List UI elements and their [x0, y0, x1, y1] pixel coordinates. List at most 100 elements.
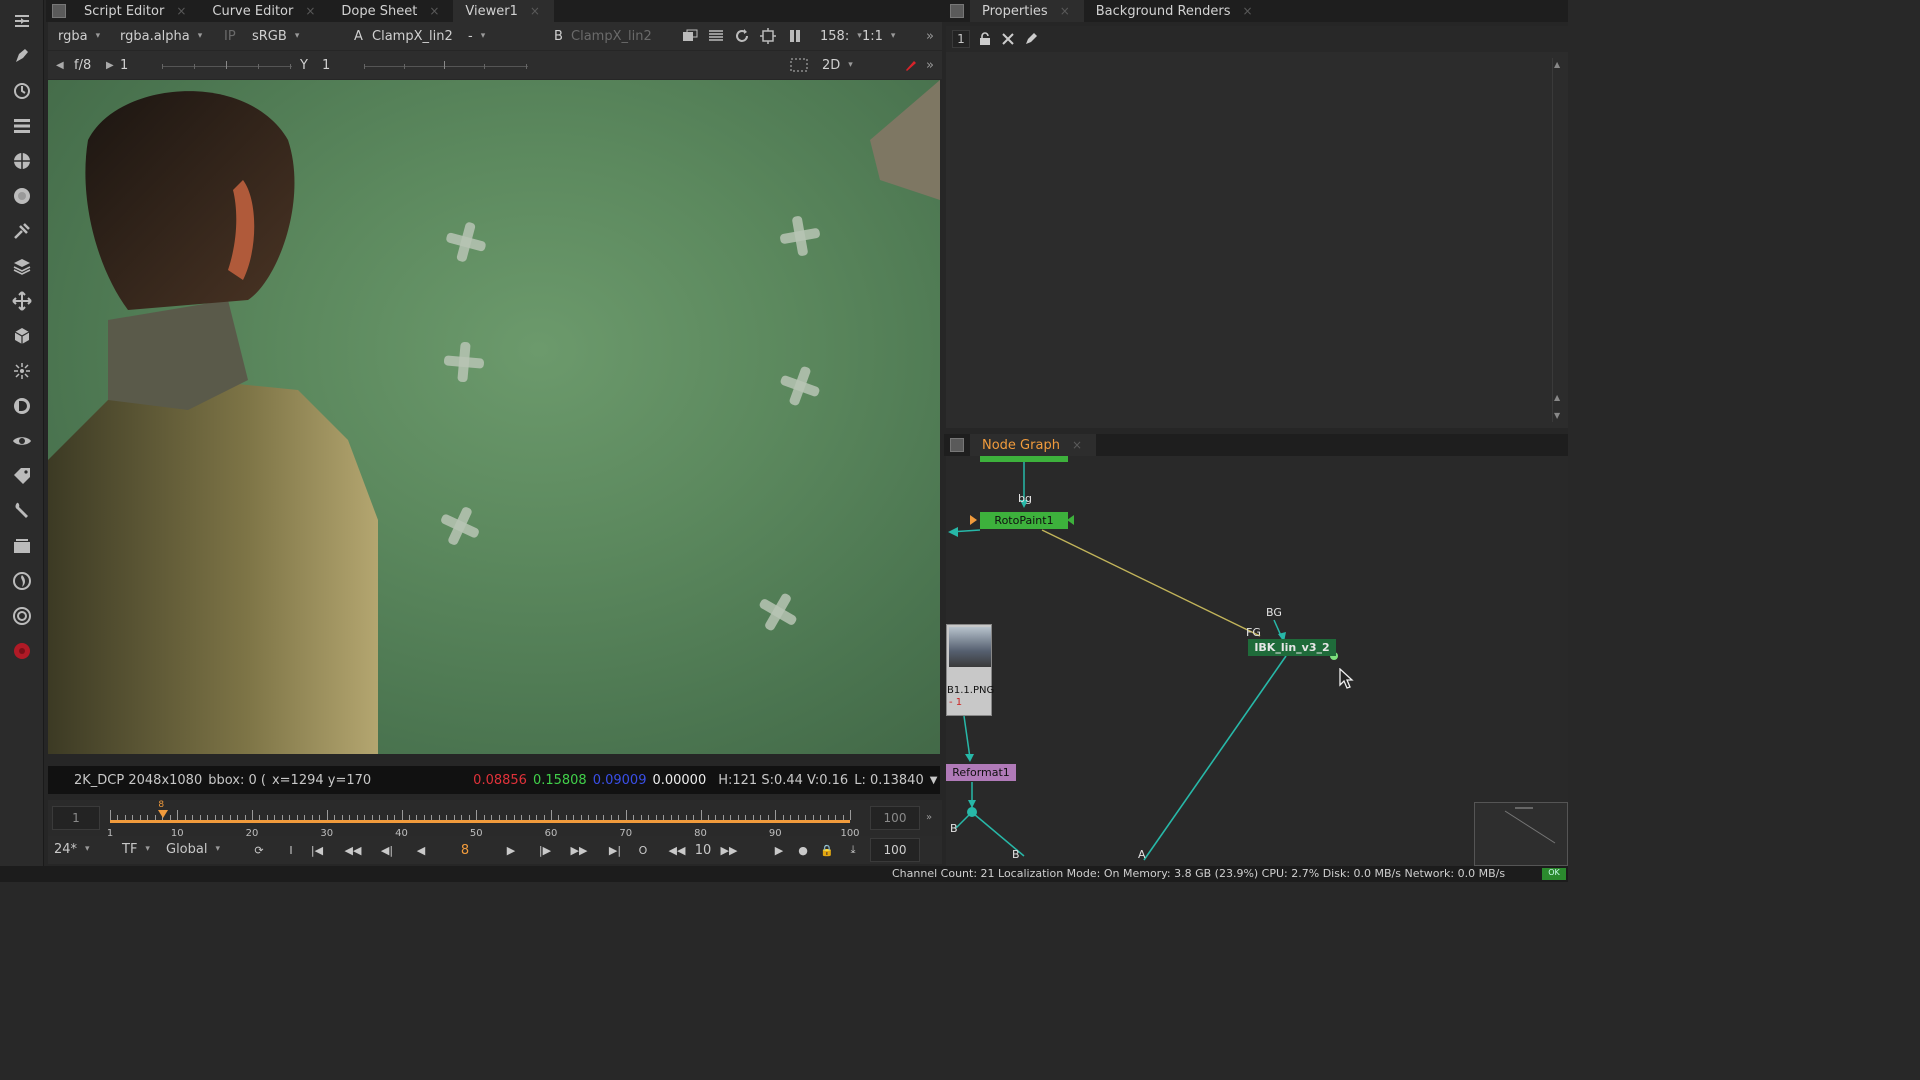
lock-panels-icon[interactable] — [978, 31, 992, 50]
close-icon[interactable]: × — [1072, 438, 1082, 452]
ocula-icon[interactable] — [9, 603, 35, 629]
3d-icon[interactable] — [9, 323, 35, 349]
channel-icon[interactable] — [9, 113, 35, 139]
close-icon[interactable]: × — [530, 4, 540, 18]
scroll-up-icon[interactable]: ▲ — [1554, 393, 1560, 402]
paint-icon[interactable] — [904, 51, 918, 79]
input-b-dropdown[interactable]: ClampX_lin2 — [571, 22, 652, 50]
other-icon[interactable] — [9, 533, 35, 559]
wipe-mode-dropdown[interactable]: - — [468, 22, 540, 50]
fstop-value[interactable]: f/8 — [74, 51, 91, 79]
timeline-format-dropdown[interactable]: TF — [122, 836, 150, 862]
tab-script-editor[interactable]: Script Editor × — [72, 0, 200, 22]
viewer-canvas[interactable] — [48, 80, 940, 754]
in-frame-field[interactable]: 1 — [52, 806, 100, 830]
close-icon[interactable]: × — [1060, 4, 1070, 18]
roi-select-icon[interactable] — [790, 51, 808, 79]
timeline-ruler[interactable]: 1 10 20 30 40 50 60 70 80 90 100 8 — [107, 800, 910, 839]
step-back-icon[interactable]: ◀◀ — [666, 840, 688, 860]
lut-icon[interactable] — [708, 22, 724, 50]
gain-slider[interactable] — [162, 55, 292, 69]
tab-viewer1[interactable]: Viewer1 × — [453, 0, 554, 22]
next-frame-icon[interactable]: |▶ — [534, 840, 556, 860]
expand-toolbar-icon[interactable]: » — [926, 51, 934, 79]
particles-icon[interactable] — [9, 358, 35, 384]
deep-icon[interactable] — [9, 393, 35, 419]
colorspace-dropdown[interactable]: sRGB — [252, 22, 299, 50]
play-range-icon[interactable]: ▶ — [768, 840, 790, 860]
input-a-dropdown[interactable]: ClampX_lin2 — [372, 22, 453, 50]
channels-dropdown[interactable]: rgba — [58, 22, 100, 50]
set-in-point-button[interactable]: I — [280, 840, 302, 860]
input-process-toggle[interactable]: IP — [224, 22, 236, 50]
clear-panels-icon[interactable] — [1001, 31, 1015, 50]
previous-keyframe-icon[interactable]: ◀◀ — [342, 840, 364, 860]
next-fstop-icon[interactable]: ▶ — [106, 51, 114, 79]
edit-icon[interactable] — [1024, 31, 1038, 50]
scroll-down-icon[interactable]: ▼ — [1554, 411, 1560, 420]
previous-frame-icon[interactable]: ◀| — [376, 840, 398, 860]
cara-vr-icon[interactable] — [9, 638, 35, 664]
step-forward-icon[interactable]: ▶▶ — [718, 840, 740, 860]
play-forward-icon[interactable]: ▶ — [500, 840, 522, 860]
close-icon[interactable]: × — [429, 4, 439, 18]
end-frame-field[interactable]: 100 — [870, 838, 920, 862]
properties-scrollbar[interactable]: ▲ ▲ ▼ — [1552, 58, 1562, 422]
frame-export-icon[interactable]: ⤓ — [842, 840, 864, 860]
out-frame-field[interactable]: 100 — [870, 806, 920, 830]
node-reformat1[interactable]: Reformat1 — [946, 764, 1016, 781]
set-out-point-button[interactable]: O — [632, 840, 654, 860]
gain-field[interactable]: 1 — [120, 51, 128, 79]
timeline-menu-icon[interactable]: » — [926, 812, 932, 823]
play-backward-icon[interactable]: ◀ — [410, 840, 432, 860]
proxy-icon[interactable] — [760, 22, 776, 50]
color-icon[interactable] — [9, 148, 35, 174]
expand-toolbar-icon[interactable]: » — [926, 22, 934, 50]
current-frame-field[interactable]: 8 — [454, 840, 476, 860]
views-icon[interactable] — [9, 428, 35, 454]
pane-menu-icon[interactable] — [950, 438, 964, 452]
node-graph-canvas[interactable]: bg RotoPaint1 BG FG IBK_lin_v3_2 B1.1.PN… — [946, 456, 1568, 866]
pause-icon[interactable] — [788, 22, 802, 50]
pane-menu-icon[interactable] — [52, 4, 66, 18]
step-increment-field[interactable]: 10 — [692, 840, 714, 860]
record-icon[interactable]: ● — [792, 840, 814, 860]
last-frame-icon[interactable]: ▶| — [604, 840, 626, 860]
info-menu-icon[interactable]: ▼ — [930, 775, 938, 786]
toolsets-icon[interactable] — [9, 498, 35, 524]
view-mode-dropdown[interactable]: 2D — [822, 51, 888, 79]
transform-icon[interactable] — [9, 288, 35, 314]
next-keyframe-icon[interactable]: ▶▶ — [568, 840, 590, 860]
scroll-up-icon[interactable]: ▲ — [1554, 60, 1560, 69]
node-read[interactable]: B1.1.PNG - 1 — [946, 624, 994, 716]
tab-dope-sheet[interactable]: Dope Sheet × — [329, 0, 453, 22]
frame-range-dropdown[interactable]: Global — [166, 836, 220, 862]
max-panels-field[interactable]: 1 — [952, 30, 970, 48]
prev-fstop-icon[interactable]: ◀ — [56, 51, 64, 79]
keyer-icon[interactable] — [9, 218, 35, 244]
node-above-rotopaint[interactable] — [980, 456, 1068, 462]
pane-menu-icon[interactable] — [950, 4, 964, 18]
draw-icon[interactable] — [9, 43, 35, 69]
close-icon[interactable]: × — [176, 4, 186, 18]
merge-icon[interactable] — [9, 253, 35, 279]
loop-mode-icon[interactable]: ⟳ — [248, 840, 270, 860]
viewer-toggle-icon[interactable] — [9, 8, 35, 34]
zoom-dropdown[interactable]: 1:1 — [862, 22, 914, 50]
node-graph-minimap[interactable] — [1474, 802, 1568, 866]
tab-curve-editor[interactable]: Curve Editor × — [200, 0, 329, 22]
first-frame-icon[interactable]: |◀ — [306, 840, 328, 860]
filter-icon[interactable] — [9, 183, 35, 209]
gamma-slider[interactable] — [364, 55, 528, 69]
tab-properties[interactable]: Properties × — [970, 0, 1084, 22]
playhead-marker[interactable] — [158, 810, 169, 818]
lock-icon[interactable]: 🔒 — [816, 840, 838, 860]
gamma-field[interactable]: 1 — [322, 51, 330, 79]
tab-background-renders[interactable]: Background Renders × — [1084, 0, 1267, 22]
alpha-channel-dropdown[interactable]: rgba.alpha — [120, 22, 202, 50]
close-icon[interactable]: × — [305, 4, 315, 18]
fps-dropdown[interactable]: 24* — [54, 836, 90, 862]
frame-display[interactable]: 158: — [820, 22, 862, 50]
node-ibk-lin-v3-2[interactable]: IBK_lin_v3_2 — [1248, 639, 1336, 656]
furnace-icon[interactable] — [9, 568, 35, 594]
